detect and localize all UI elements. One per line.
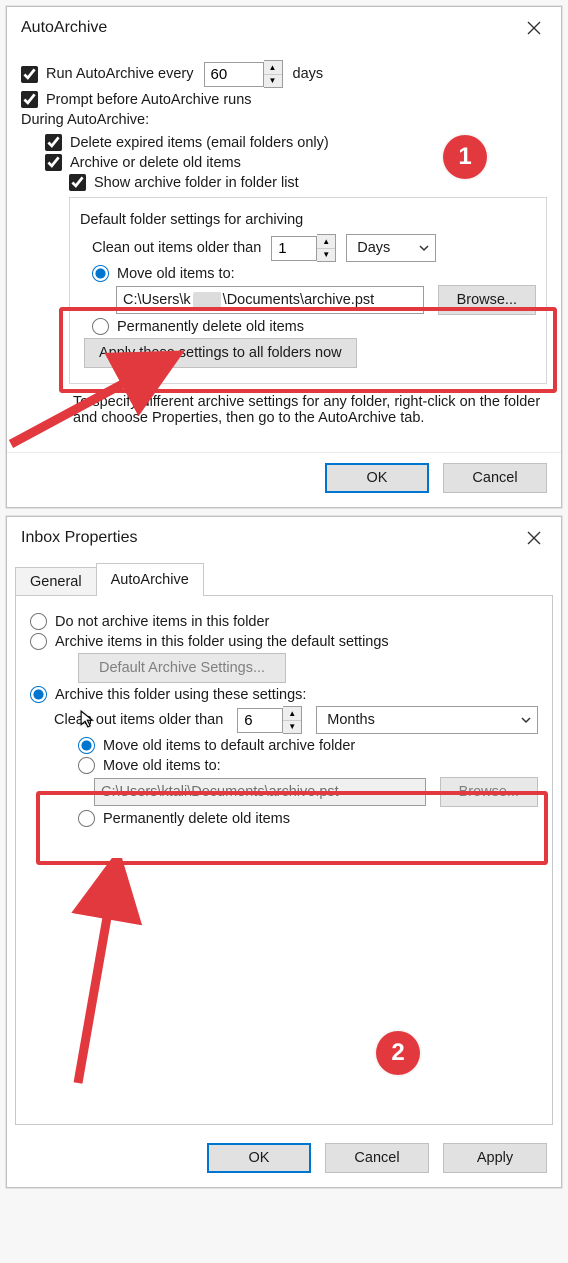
move-to-path-input: C:\Users\ktali\Documents\archive.pst — [94, 778, 426, 806]
default-settings-header: Default folder settings for archiving — [80, 212, 536, 228]
spin-down-icon[interactable]: ▼ — [283, 720, 301, 733]
cleanout-unit-select[interactable]: Days — [346, 234, 436, 262]
tab-autoarchive-label: AutoArchive — [111, 572, 189, 588]
dialog-title: AutoArchive — [21, 19, 107, 37]
no-archive-radio[interactable]: Do not archive items in this folder — [30, 613, 269, 630]
close-button[interactable] — [513, 522, 555, 554]
move-to-radio[interactable]: Move old items to: — [92, 265, 235, 282]
cleanout-unit-value: Days — [357, 240, 390, 256]
apply-all-label: Apply these settings to all folders now — [99, 345, 342, 361]
show-folder-checkbox[interactable]: Show archive folder in folder list — [69, 174, 299, 191]
ok-label: OK — [367, 470, 388, 486]
browse-button: Browse... — [440, 777, 538, 807]
archive-old-label: Archive or delete old items — [70, 155, 241, 171]
apply-label: Apply — [477, 1150, 513, 1166]
apply-button[interactable]: Apply — [443, 1143, 547, 1173]
tab-general[interactable]: General — [15, 567, 97, 596]
move-default-radio[interactable]: Move old items to default archive folder — [78, 737, 355, 754]
cleanout-unit-value: Months — [327, 712, 375, 728]
chevron-down-icon — [521, 715, 531, 725]
move-to-path-value: C:\Users\ktali\Documents\archive.pst — [101, 784, 339, 800]
during-label: During AutoArchive: — [21, 112, 547, 128]
spin-up-icon[interactable]: ▲ — [283, 707, 301, 720]
ok-button[interactable]: OK — [325, 463, 429, 493]
close-icon — [527, 21, 541, 35]
permanent-delete-label: Permanently delete old items — [103, 811, 290, 827]
ok-label: OK — [249, 1150, 270, 1166]
delete-expired-label: Delete expired items (email folders only… — [70, 135, 329, 151]
move-to-path-b: \Documents\archive.pst — [223, 292, 375, 308]
redacted-block — [193, 292, 221, 308]
cancel-label: Cancel — [472, 470, 517, 486]
cleanout-value-input[interactable] — [237, 708, 283, 733]
default-archive-settings-label: Default Archive Settings... — [99, 660, 265, 676]
these-settings-radio[interactable]: Archive this folder using these settings… — [30, 686, 306, 703]
move-to-radio[interactable]: Move old items to: — [78, 757, 221, 774]
move-to-label: Move old items to: — [103, 758, 221, 774]
annotation-badge-1: 1 — [443, 135, 487, 179]
default-settings-label: Archive items in this folder using the d… — [55, 634, 389, 650]
run-every-checkbox[interactable]: Run AutoArchive every — [21, 66, 194, 83]
cleanout-value-input[interactable] — [271, 236, 317, 261]
permanent-delete-label: Permanently delete old items — [117, 319, 304, 335]
move-to-path-input[interactable]: C:\Users\k \Documents\archive.pst — [116, 286, 424, 314]
browse-label: Browse... — [459, 784, 519, 800]
cancel-button[interactable]: Cancel — [325, 1143, 429, 1173]
run-every-label: Run AutoArchive every — [46, 66, 194, 82]
these-settings-label: Archive this folder using these settings… — [55, 687, 306, 703]
dialog-title: Inbox Properties — [21, 529, 138, 547]
close-button[interactable] — [513, 12, 555, 44]
days-label: days — [293, 66, 324, 82]
chevron-down-icon — [419, 243, 429, 253]
move-to-label: Move old items to: — [117, 266, 235, 282]
move-default-label: Move old items to default archive folder — [103, 738, 355, 754]
move-to-path-a: C:\Users\k — [123, 292, 191, 308]
tab-general-label: General — [30, 574, 82, 590]
annotation-arrow-2 — [58, 858, 158, 1088]
default-archive-settings-button: Default Archive Settings... — [78, 653, 286, 683]
no-archive-label: Do not archive items in this folder — [55, 614, 269, 630]
hint-text: To specify different archive settings fo… — [25, 394, 543, 426]
spin-up-icon[interactable]: ▲ — [264, 61, 282, 74]
close-icon — [527, 531, 541, 545]
run-every-input[interactable] — [204, 62, 264, 87]
browse-button[interactable]: Browse... — [438, 285, 536, 315]
spin-down-icon[interactable]: ▼ — [264, 74, 282, 87]
tab-autoarchive[interactable]: AutoArchive — [96, 563, 204, 596]
permanent-delete-radio[interactable]: Permanently delete old items — [78, 810, 290, 827]
cancel-button[interactable]: Cancel — [443, 463, 547, 493]
delete-expired-checkbox[interactable]: Delete expired items (email folders only… — [45, 134, 329, 151]
annotation-badge-2: 2 — [376, 1031, 420, 1075]
show-folder-label: Show archive folder in folder list — [94, 175, 299, 191]
archive-old-checkbox[interactable]: Archive or delete old items — [45, 154, 241, 171]
cancel-label: Cancel — [354, 1150, 399, 1166]
prompt-checkbox[interactable]: Prompt before AutoArchive runs — [21, 91, 252, 108]
cleanout-label: Clean out items older than — [92, 240, 261, 256]
default-settings-radio[interactable]: Archive items in this folder using the d… — [30, 633, 389, 650]
spin-down-icon[interactable]: ▼ — [317, 248, 335, 261]
browse-button-label: Browse... — [457, 292, 517, 308]
cleanout-unit-select[interactable]: Months — [316, 706, 538, 734]
spin-up-icon[interactable]: ▲ — [317, 235, 335, 248]
cleanout-label: Clean out items older than — [54, 712, 223, 728]
prompt-label: Prompt before AutoArchive runs — [46, 92, 252, 108]
permanent-delete-radio[interactable]: Permanently delete old items — [92, 318, 304, 335]
apply-all-button[interactable]: Apply these settings to all folders now — [84, 338, 357, 368]
ok-button[interactable]: OK — [207, 1143, 311, 1173]
